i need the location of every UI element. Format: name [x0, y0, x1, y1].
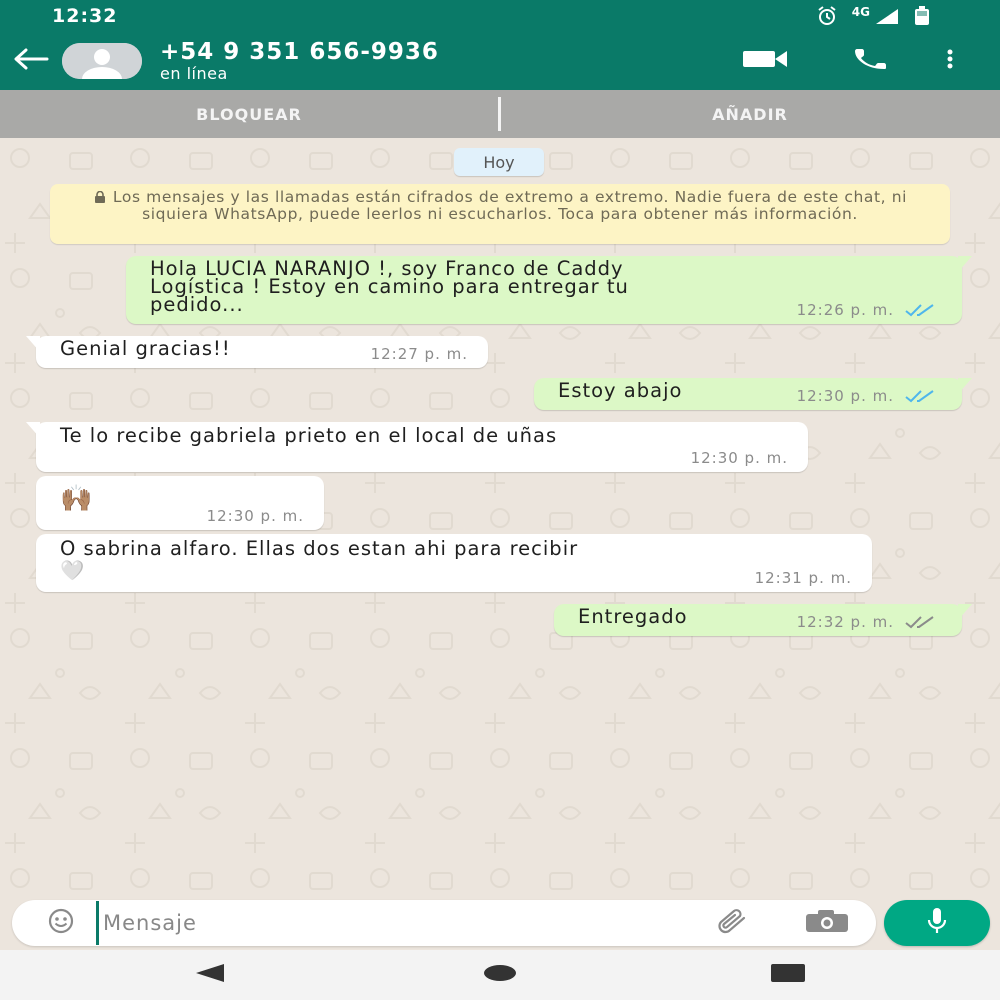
- message-text: O sabrina alfaro. Ellas dos estan ahi pa…: [60, 537, 579, 582]
- emoji-button[interactable]: [26, 900, 96, 946]
- message-time: 12:26 p. m.: [796, 301, 894, 319]
- contact-name: +54 9 351 656-9936: [160, 39, 439, 65]
- battery-icon: [914, 6, 930, 26]
- camera-button[interactable]: [802, 900, 852, 946]
- nav-back-icon: [194, 963, 226, 987]
- bubble-tail: [958, 256, 972, 272]
- message-time: 12:32 p. m.: [796, 613, 894, 631]
- lock-icon: [94, 191, 105, 203]
- message-meta: 12:26 p. m.: [797, 300, 942, 320]
- status-time: 12:32: [52, 5, 118, 27]
- default-avatar-icon: [62, 43, 142, 79]
- message-time: 12:30 p. m.: [690, 449, 788, 467]
- emoji-icon: [48, 908, 74, 938]
- message-meta: 12:30 p. m.: [207, 506, 304, 526]
- header-actions: [730, 32, 1000, 90]
- status-icons: 4G: [816, 5, 930, 26]
- mic-icon: [926, 907, 948, 939]
- alarm-icon: [816, 6, 838, 26]
- back-button[interactable]: [0, 32, 62, 90]
- add-contact-button[interactable]: AÑADIR: [501, 90, 999, 138]
- message-input[interactable]: [96, 901, 706, 945]
- unknown-contact-actions: BLOQUEAR AÑADIR: [0, 90, 1000, 138]
- message-bubble-incoming[interactable]: 🙌🏽 12:30 p. m.: [36, 476, 324, 530]
- encryption-notice[interactable]: Los mensajes y las llamadas están cifrad…: [50, 184, 950, 244]
- message-bubble-outgoing[interactable]: Entregado 12:32 p. m.: [554, 604, 972, 636]
- back-arrow-icon: [13, 48, 49, 74]
- message-meta: 12:30 p. m.: [797, 386, 942, 406]
- camera-icon: [804, 909, 850, 937]
- message-meta: 12:27 p. m.: [371, 344, 468, 364]
- message-bubble-incoming[interactable]: Te lo recibe gabriela prieto en el local…: [26, 422, 808, 472]
- more-options-button[interactable]: [930, 32, 970, 90]
- date-chip: Hoy: [454, 148, 544, 176]
- message-bubble-incoming[interactable]: Genial gracias!! 12:27 p. m.: [26, 336, 488, 368]
- message-time: 12:30 p. m.: [796, 387, 894, 405]
- bubble-tail: [958, 378, 972, 394]
- chat-header: +54 9 351 656-9936 en línea: [0, 32, 1000, 90]
- nav-back-button[interactable]: [180, 962, 240, 988]
- message-time: 12:30 p. m.: [206, 507, 304, 525]
- message-bubble-incoming[interactable]: O sabrina alfaro. Ellas dos estan ahi pa…: [36, 534, 872, 592]
- video-call-icon: [741, 48, 789, 74]
- signal-icon: [874, 7, 900, 25]
- bubble-tail: [26, 336, 40, 352]
- contact-status: en línea: [160, 64, 228, 83]
- message-meta: 12:32 p. m.: [797, 612, 942, 632]
- attach-icon: [714, 908, 748, 938]
- message-time: 12:27 p. m.: [370, 345, 468, 363]
- message-meta: 12:31 p. m.: [755, 568, 852, 588]
- delivered-ticks-icon: [905, 616, 934, 629]
- voice-record-button[interactable]: [884, 900, 990, 946]
- message-time: 12:31 p. m.: [754, 569, 852, 587]
- more-vert-icon: [946, 48, 954, 74]
- video-call-button[interactable]: [730, 32, 800, 90]
- message-meta: 12:30 p. m.: [691, 448, 788, 468]
- nav-home-icon: [482, 963, 518, 987]
- message-composer: [12, 900, 876, 946]
- nav-recents-icon: [770, 963, 806, 987]
- phone-icon: [851, 48, 891, 74]
- avatar[interactable]: [62, 43, 142, 79]
- system-nav-bar: [0, 950, 1000, 1000]
- contact-info[interactable]: +54 9 351 656-9936 en línea: [160, 39, 730, 83]
- encryption-notice-text: Los mensajes y las llamadas están cifrad…: [112, 188, 908, 223]
- read-ticks-icon: [905, 390, 934, 403]
- status-bar: 12:32 4G: [0, 0, 1000, 32]
- voice-call-button[interactable]: [842, 32, 900, 90]
- nav-recents-button[interactable]: [758, 962, 818, 988]
- nav-home-button[interactable]: [470, 962, 530, 988]
- bubble-tail: [958, 604, 972, 620]
- read-ticks-icon: [905, 304, 934, 317]
- message-text: Te lo recibe gabriela prieto en el local…: [60, 424, 558, 447]
- chat-area[interactable]: Hoy Los mensajes y las llamadas están ci…: [0, 138, 1000, 900]
- attach-button[interactable]: [706, 900, 756, 946]
- message-bubble-outgoing[interactable]: Estoy abajo 12:30 p. m.: [534, 378, 972, 410]
- message-bubble-outgoing[interactable]: Hola LUCIA NARANJO !, soy Franco de Cadd…: [126, 256, 972, 324]
- bubble-tail: [26, 422, 40, 438]
- network-label: 4G: [851, 5, 870, 19]
- block-button[interactable]: BLOQUEAR: [0, 90, 498, 138]
